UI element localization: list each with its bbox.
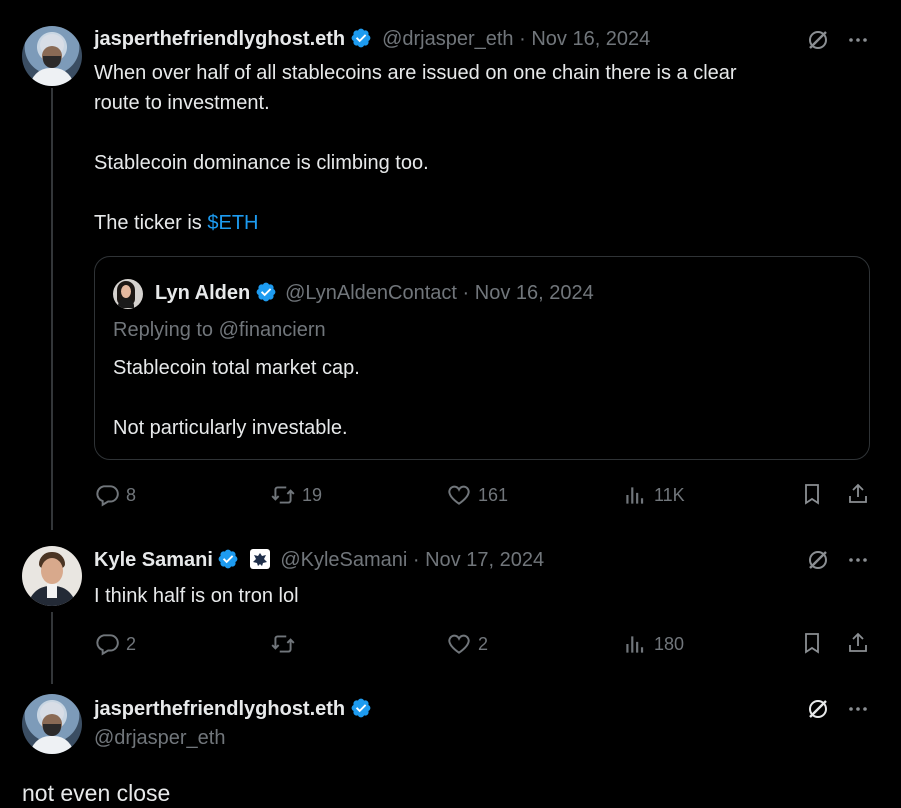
handle[interactable]: @drjasper_eth [94, 727, 225, 750]
tweet-text: When over half of all stablecoins are is… [94, 58, 874, 238]
avatar[interactable] [22, 546, 82, 606]
views-button[interactable]: 11K [622, 482, 685, 508]
tweet-line: route to investment. [94, 92, 270, 114]
thread-line [51, 612, 53, 684]
reply-icon [96, 485, 119, 507]
like-icon [448, 634, 470, 654]
display-name[interactable]: jasperthefriendlyghost.eth [94, 28, 345, 50]
views-icon [626, 636, 644, 653]
repost-button[interactable] [270, 631, 302, 657]
handle-date[interactable]: @drjasper_eth · Nov 16, 2024 [382, 28, 650, 50]
verified-badge-icon [219, 549, 238, 569]
avatar[interactable] [22, 694, 82, 754]
verified-badge-icon [256, 282, 276, 302]
tweet-header: jasperthefriendlyghost.eth @drjasper_eth… [94, 27, 650, 51]
avatar [113, 279, 143, 309]
bookmark-icon[interactable] [800, 631, 824, 655]
verified-badge-icon [351, 28, 371, 48]
share-icon[interactable] [846, 482, 870, 506]
quote-text: Not particularly investable. [113, 417, 348, 439]
like-button[interactable]: 2 [446, 631, 488, 657]
views-count: 11K [654, 484, 685, 505]
display-name: Lyn Alden [155, 282, 251, 304]
like-icon [448, 485, 470, 505]
thread-line [51, 88, 53, 530]
repost-icon [271, 486, 295, 504]
display-name[interactable]: jasperthefriendlyghost.eth [94, 698, 345, 720]
display-name[interactable]: Kyle Samani [94, 549, 213, 571]
handle-date[interactable]: @KyleSamani · Nov 17, 2024 [280, 549, 544, 571]
quote-tweet[interactable]: Lyn Alden @LynAldenContact · Nov 16, 202… [94, 256, 870, 460]
reply-count: 8 [126, 484, 137, 505]
tweet-line: The ticker is [94, 212, 208, 234]
grok-icon[interactable] [806, 548, 830, 572]
more-icon[interactable] [846, 548, 870, 572]
tweet-text: I think half is on tron lol [94, 585, 299, 607]
tweet-header: jasperthefriendlyghost.eth [94, 697, 372, 721]
views-button[interactable]: 180 [622, 631, 684, 657]
replying-to: Replying to @financiern [113, 319, 326, 341]
like-count: 2 [478, 633, 489, 654]
more-icon[interactable] [846, 28, 870, 52]
tweet-header: Kyle Samani @KyleSamani · Nov 17, 2024 [94, 548, 544, 572]
reply-icon [96, 634, 119, 656]
views-count: 180 [654, 633, 685, 654]
views-icon [626, 487, 644, 504]
reply-button[interactable]: 2 [94, 631, 136, 657]
grok-icon[interactable] [806, 28, 830, 52]
repost-icon [271, 635, 295, 653]
repost-button[interactable]: 19 [270, 482, 322, 508]
reply-count: 2 [126, 633, 137, 654]
quote-text: Stablecoin total market cap. [113, 357, 360, 379]
share-icon[interactable] [846, 631, 870, 655]
tweet-line: Stablecoin dominance is climbing too. [94, 152, 429, 174]
repost-count: 19 [302, 484, 323, 505]
reply-button[interactable]: 8 [94, 482, 136, 508]
like-button[interactable]: 161 [446, 482, 508, 508]
tweet-text: not even close [22, 780, 171, 806]
cashtag-link[interactable]: $ETH [207, 212, 258, 234]
verified-badge-icon [351, 698, 371, 718]
bookmark-icon[interactable] [800, 482, 824, 506]
more-icon[interactable] [846, 697, 870, 721]
grok-icon[interactable] [806, 697, 830, 721]
avatar[interactable] [22, 26, 82, 86]
like-count: 161 [478, 484, 509, 505]
affiliate-badge-icon[interactable] [249, 549, 270, 569]
handle-date: @LynAldenContact · Nov 16, 2024 [285, 282, 594, 304]
tweet-line: When over half of all stablecoins are is… [94, 62, 737, 84]
